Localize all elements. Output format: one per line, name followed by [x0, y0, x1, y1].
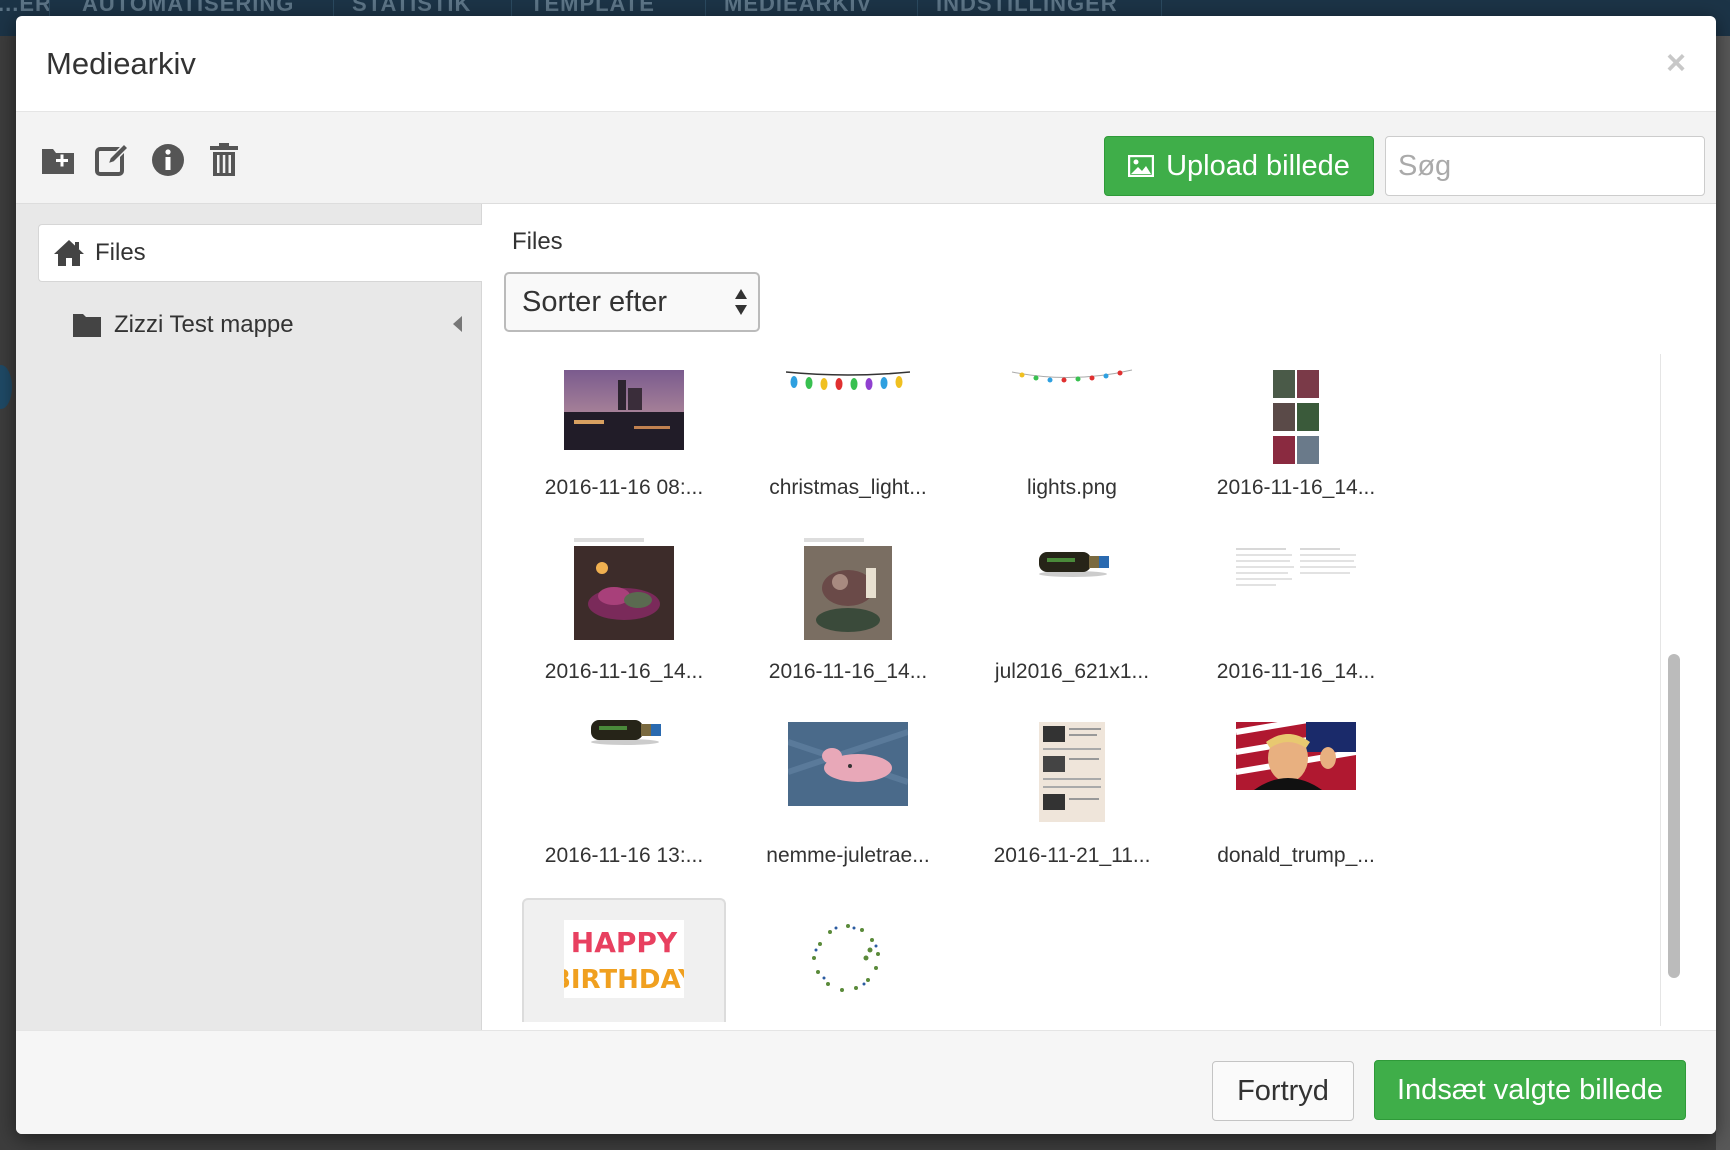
cancel-button[interactable]: Fortryd	[1212, 1061, 1354, 1121]
file-name: 2016-11-16_14...	[768, 660, 928, 683]
media-archive-modal: Mediearkiv × Upload billede Søg Files Zi…	[16, 16, 1716, 1134]
toolbar: Upload billede	[16, 112, 1716, 204]
folder-tree: Files Zizzi Test mappe	[16, 204, 482, 1030]
expand-caret-icon[interactable]	[453, 316, 462, 332]
file-tile-selected[interactable]: HAPPY BIRTHDAY	[522, 898, 726, 1022]
tree-folder-item[interactable]: Zizzi Test mappe	[72, 300, 482, 350]
modal-footer: Fortryd Indsæt valgte billede	[16, 1030, 1716, 1134]
file-thumbnail	[788, 722, 908, 806]
sort-select[interactable]: Sorter efter	[504, 272, 760, 332]
file-tile[interactable]: 2016-11-16 13:...	[522, 720, 726, 902]
file-tile[interactable]: 2016-11-21_11...	[970, 722, 1174, 902]
insert-selected-image-button[interactable]: Indsæt valgte billede	[1374, 1060, 1686, 1120]
select-arrows-icon	[735, 289, 747, 315]
close-button[interactable]: ×	[1666, 44, 1686, 83]
file-thumbnail	[786, 371, 910, 390]
file-name: 2016-11-16 13:...	[544, 844, 704, 867]
file-name: lights.png	[1027, 476, 1117, 499]
file-tile[interactable]: 2016-11-16_14...	[746, 538, 950, 718]
tree-root-files[interactable]: Files	[38, 224, 482, 282]
file-name: donald_trump_...	[1217, 844, 1375, 867]
folder-icon	[73, 314, 101, 337]
file-thumbnail	[1236, 722, 1356, 790]
file-tile[interactable]: 2016-11-16_14...	[1194, 354, 1398, 534]
thumb-text-happy: HAPPY	[571, 926, 678, 959]
file-thumbnail	[1039, 722, 1105, 822]
file-thumbnail	[1011, 369, 1133, 383]
file-thumbnail	[564, 370, 684, 450]
home-icon	[54, 240, 84, 266]
file-name: jul2016_621x1...	[994, 660, 1150, 683]
file-thumbnail	[812, 924, 880, 992]
file-tile[interactable]	[746, 898, 950, 1030]
image-icon	[1128, 155, 1155, 177]
file-thumbnail: HAPPY BIRTHDAY	[564, 920, 684, 998]
file-tile[interactable]: 2016-11-16_14...	[1194, 538, 1398, 718]
background-side-panel	[1716, 36, 1730, 1150]
file-thumbnail	[804, 538, 892, 640]
search-input[interactable]	[1385, 136, 1705, 196]
file-tile[interactable]: christmas_light...	[746, 354, 950, 534]
file-thumbnail	[591, 720, 661, 745]
file-grid: 2016-11-16 08:... christmas_light... lig…	[482, 354, 1662, 1030]
tree-root-label: Files	[95, 239, 146, 266]
file-tile[interactable]: 2016-11-16 08:...	[522, 354, 726, 534]
current-folder-heading: Files	[512, 228, 563, 255]
new-folder-icon[interactable]	[40, 142, 76, 178]
sort-select-label: Sorter efter	[522, 286, 668, 318]
file-name: nemme-juletrae...	[766, 844, 930, 867]
file-thumbnail	[1236, 548, 1356, 586]
file-tile[interactable]: donald_trump_...	[1194, 722, 1398, 902]
background-avatar	[0, 365, 12, 409]
file-name: 2016-11-21_11...	[993, 844, 1151, 867]
file-grid-scrollbar[interactable]	[1660, 354, 1686, 1026]
file-thumbnail	[574, 538, 674, 640]
file-tile[interactable]: nemme-juletrae...	[746, 722, 950, 902]
file-browser: Files Sorter efter 2016-11-16 08:... chr…	[482, 204, 1716, 1030]
file-name: 2016-11-16 08:...	[544, 476, 704, 499]
upload-image-button[interactable]: Upload billede	[1104, 136, 1374, 196]
tree-folder-label: Zizzi Test mappe	[114, 311, 294, 338]
trash-icon[interactable]	[206, 142, 242, 178]
info-icon[interactable]	[150, 142, 186, 178]
modal-title: Mediearkiv	[46, 46, 196, 81]
file-tile[interactable]: jul2016_621x1...	[970, 538, 1174, 718]
file-name: christmas_light...	[769, 476, 927, 499]
thumb-text-birthday: BIRTHDAY	[564, 965, 684, 995]
file-tile[interactable]: 2016-11-16_14...	[522, 538, 726, 718]
file-thumbnail	[1039, 552, 1109, 577]
edit-icon[interactable]	[94, 142, 130, 178]
file-name: 2016-11-16_14...	[1216, 660, 1376, 683]
file-thumbnail	[1272, 368, 1320, 468]
upload-label: Upload billede	[1166, 149, 1350, 182]
scrollbar-thumb[interactable]	[1668, 654, 1680, 978]
modal-header: Mediearkiv ×	[16, 16, 1716, 112]
file-name: 2016-11-16_14...	[544, 660, 704, 683]
file-tile[interactable]: lights.png	[970, 354, 1174, 534]
file-name: 2016-11-16_14...	[1216, 476, 1376, 499]
